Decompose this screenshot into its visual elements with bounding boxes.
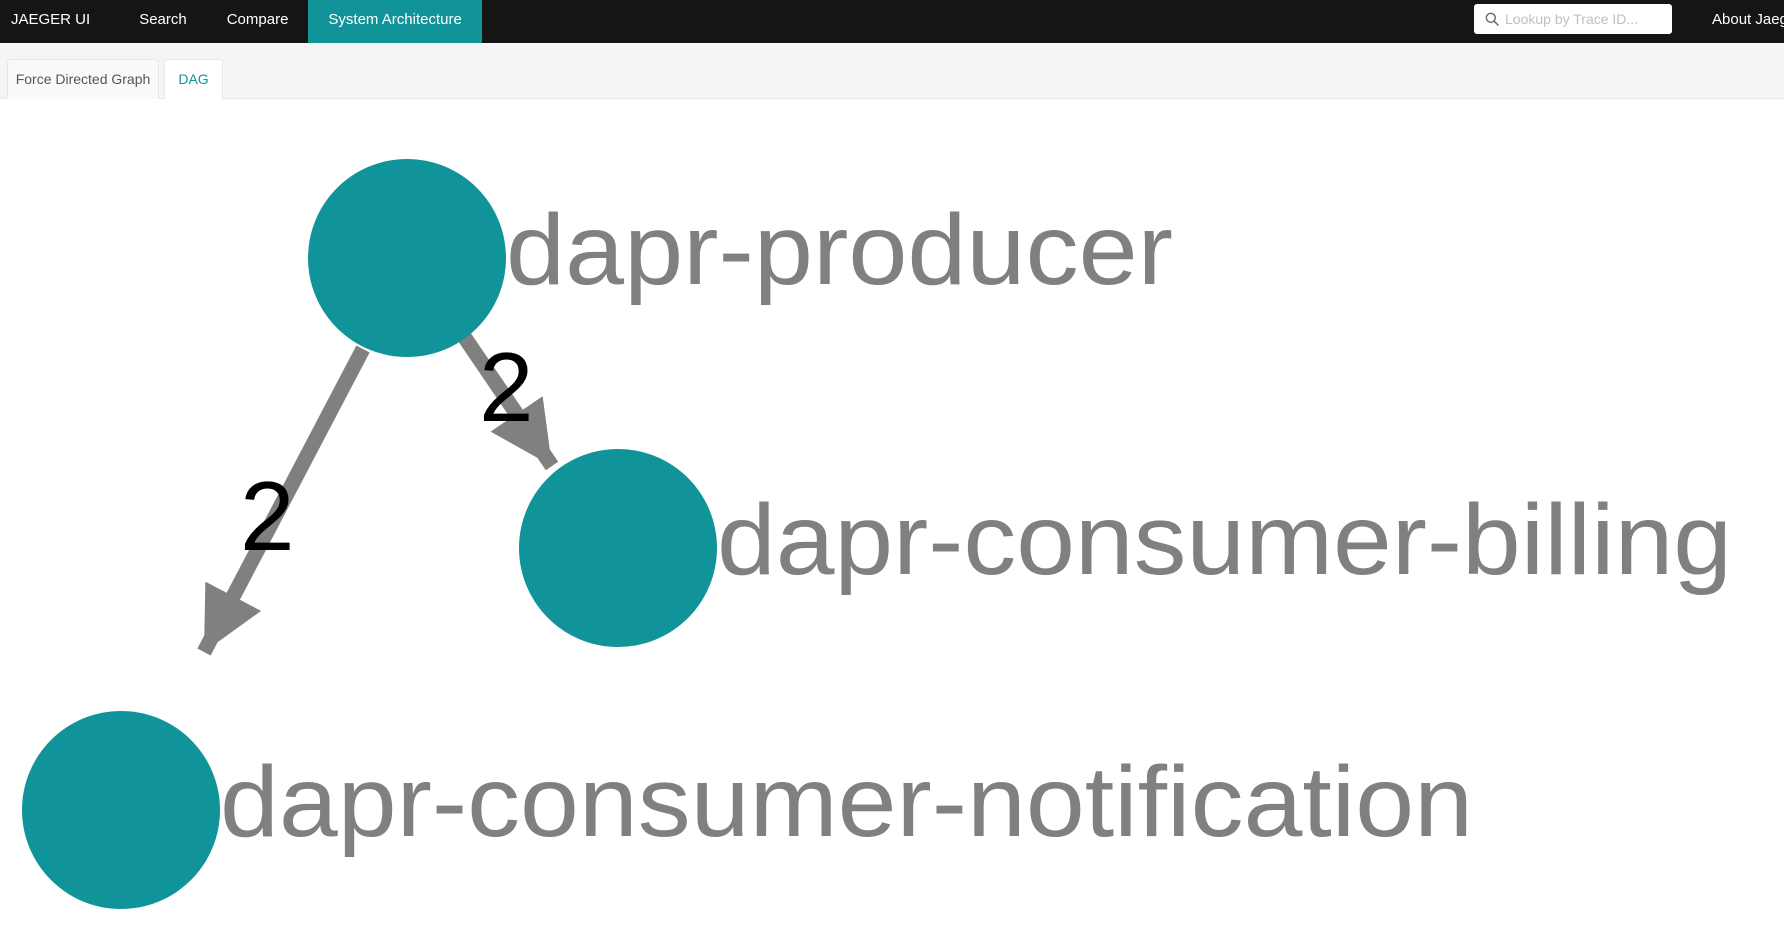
node-dapr-consumer-notification[interactable]: dapr-consumer-notification (22, 711, 1473, 909)
nav-search[interactable]: Search (119, 0, 207, 43)
brand-logo-link[interactable]: JAEGER UI (0, 0, 101, 43)
node-dapr-producer[interactable]: dapr-producer (308, 159, 1173, 357)
nav-system-architecture[interactable]: System Architecture (308, 0, 482, 43)
top-navigation-bar: JAEGER UI Search Compare System Architec… (0, 0, 1784, 43)
trace-id-lookup[interactable] (1474, 4, 1672, 34)
node-circle[interactable] (22, 711, 220, 909)
trace-id-input[interactable] (1505, 11, 1665, 27)
architecture-tabs: Force Directed Graph DAG (0, 43, 1784, 100)
node-label-dapr-consumer-billing: dapr-consumer-billing (717, 484, 1732, 596)
about-jaeger-menu[interactable]: About Jaeg (1712, 0, 1784, 40)
tab-force-directed-graph[interactable]: Force Directed Graph (7, 59, 159, 99)
tab-dag[interactable]: DAG (164, 59, 223, 100)
dag-graph: 2 2 dapr-producer dapr-consumer-billing … (22, 159, 1732, 909)
node-circle[interactable] (519, 449, 717, 647)
nav-compare[interactable]: Compare (207, 0, 309, 43)
node-dapr-consumer-billing[interactable]: dapr-consumer-billing (519, 449, 1732, 647)
node-label-dapr-producer: dapr-producer (506, 194, 1173, 306)
node-label-dapr-consumer-notification: dapr-consumer-notification (220, 746, 1473, 858)
edge-label-producer-to-billing: 2 (479, 332, 534, 442)
node-circle[interactable] (308, 159, 506, 357)
search-icon (1485, 12, 1499, 26)
edge-label-producer-to-notification: 2 (240, 461, 295, 571)
